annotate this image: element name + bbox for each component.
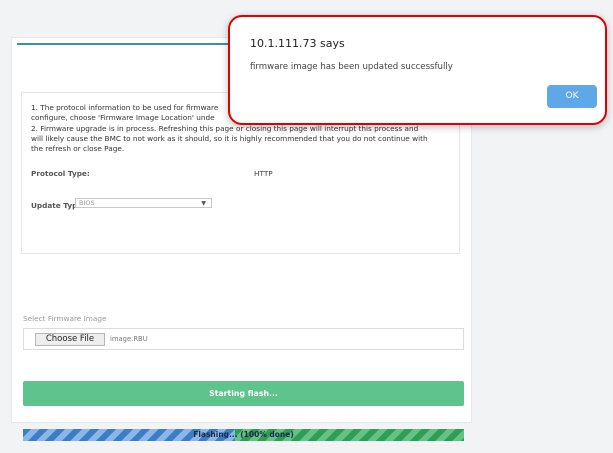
info-paragraph-2: 2. Firmware upgrade is in process. Refre… <box>31 124 456 154</box>
protocol-type-value: HTTP <box>254 169 273 178</box>
update-type-selected-value: BIOS <box>79 199 95 207</box>
info-paragraph-2-line-3: the refresh or close Page. <box>31 144 125 153</box>
select-firmware-label: Select Firmware Image <box>23 314 107 323</box>
info-paragraph-2-line-2: will likely cause the BMC to not work as… <box>31 134 428 143</box>
dialog-title: 10.1.111.73 says <box>250 37 345 50</box>
firmware-file-input[interactable]: Choose File image.RBU <box>23 328 464 350</box>
dialog-message: firmware image has been updated successf… <box>250 62 453 72</box>
alert-dialog: 10.1.111.73 says firmware image has been… <box>228 15 607 125</box>
info-paragraph-2-line-1: 2. Firmware upgrade is in process. Refre… <box>31 124 419 133</box>
protocol-type-label: Protocol Type: <box>31 169 90 178</box>
info-paragraph-1-line-1: 1. The protocol information to be used f… <box>31 103 219 112</box>
info-paragraph-1-line-2: configure, choose 'Firmware Image Locati… <box>31 113 215 122</box>
flash-progress-bar: Flashing... (100% done) <box>23 429 464 441</box>
progress-label: Flashing... (100% done) <box>193 430 294 439</box>
update-type-select[interactable]: BIOS ▼ <box>75 198 212 208</box>
start-flash-button[interactable]: Starting flash... <box>23 381 464 406</box>
card-accent-line <box>17 43 252 45</box>
selected-file-name: image.RBU <box>110 335 148 343</box>
info-paragraph-1: 1. The protocol information to be used f… <box>31 103 251 123</box>
chevron-down-icon: ▼ <box>201 200 206 207</box>
page: 1. The protocol information to be used f… <box>0 0 613 453</box>
ok-button[interactable]: OK <box>547 85 597 108</box>
choose-file-button[interactable]: Choose File <box>35 333 105 346</box>
